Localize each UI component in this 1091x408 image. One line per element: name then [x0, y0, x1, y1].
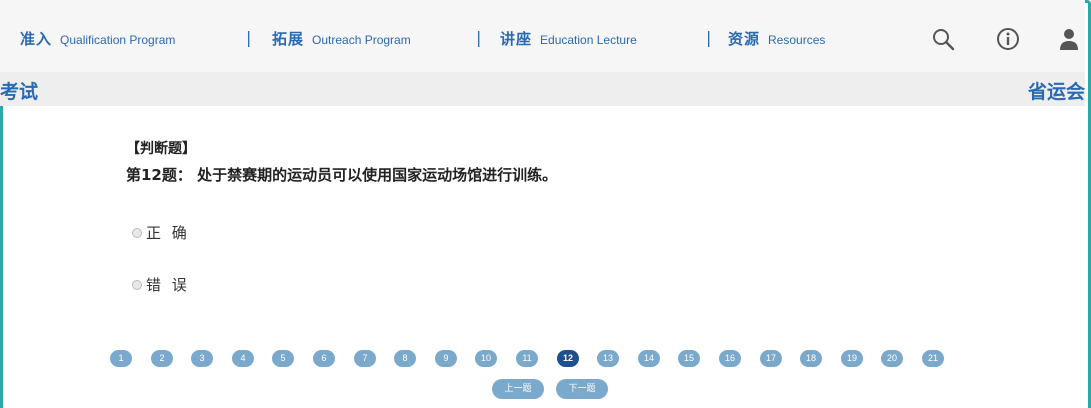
- sub-header: 考试 省运会: [0, 72, 1085, 106]
- nav-item-en-label: Qualification Program: [60, 33, 176, 47]
- page-button-14[interactable]: 14: [638, 350, 660, 367]
- prev-question-button[interactable]: 上一题: [492, 379, 544, 399]
- page-button-11[interactable]: 11: [516, 350, 538, 367]
- page-button-20[interactable]: 20: [881, 350, 903, 367]
- page-button-5[interactable]: 5: [272, 350, 294, 367]
- option-false[interactable]: 错 误: [132, 274, 190, 295]
- page-button-18[interactable]: 18: [800, 350, 822, 367]
- nav-item-en-label: Outreach Program: [312, 33, 411, 47]
- next-question-button[interactable]: 下一题: [556, 379, 608, 399]
- page-button-16[interactable]: 16: [719, 350, 741, 367]
- info-icon[interactable]: [995, 26, 1021, 52]
- page-button-2[interactable]: 2: [151, 350, 173, 367]
- page-button-21[interactable]: 21: [922, 350, 944, 367]
- page-button-8[interactable]: 8: [394, 350, 416, 367]
- nav-item-cn-label: 资源: [728, 30, 761, 48]
- question-type: 【判断题】: [126, 141, 196, 157]
- nav-item-cn-label: 准入: [20, 30, 53, 48]
- option-true[interactable]: 正 确: [132, 222, 190, 243]
- nav-item-resources[interactable]: 资源 Resources: [728, 28, 825, 49]
- nav-separator: |: [706, 28, 712, 47]
- event-title: 省运会: [1027, 81, 1085, 103]
- user-icon[interactable]: [1056, 26, 1082, 52]
- nav-separator: |: [476, 28, 482, 47]
- page-button-15[interactable]: 15: [678, 350, 700, 367]
- option-label: 错 误: [146, 276, 190, 294]
- page-button-9[interactable]: 9: [435, 350, 457, 367]
- page-button-12[interactable]: 12: [557, 350, 579, 367]
- nav-item-cn-label: 讲座: [500, 30, 533, 48]
- radio-button[interactable]: [132, 227, 142, 238]
- radio-button[interactable]: [132, 279, 142, 290]
- nav-item-qualification[interactable]: 准入 Qualification Program: [20, 28, 175, 49]
- nav-item-en-label: Education Lecture: [540, 33, 637, 47]
- page-button-10[interactable]: 10: [475, 350, 497, 367]
- page-button-3[interactable]: 3: [191, 350, 213, 367]
- page-title: 考试: [0, 81, 39, 103]
- nav-separator: |: [246, 28, 252, 47]
- page-button-6[interactable]: 6: [313, 350, 335, 367]
- search-icon[interactable]: [930, 26, 956, 52]
- nav-item-outreach[interactable]: 拓展 Outreach Program: [272, 28, 411, 49]
- nav-item-lecture[interactable]: 讲座 Education Lecture: [500, 28, 637, 49]
- page-button-1[interactable]: 1: [110, 350, 132, 367]
- page-button-13[interactable]: 13: [597, 350, 619, 367]
- question-text: 第12题： 处于禁赛期的运动员可以使用国家运动场馆进行训练。: [126, 166, 558, 184]
- page-button-17[interactable]: 17: [760, 350, 782, 367]
- nav-item-en-label: Resources: [768, 33, 826, 47]
- page-button-7[interactable]: 7: [354, 350, 376, 367]
- nav-item-cn-label: 拓展: [272, 30, 305, 48]
- option-label: 正 确: [146, 224, 190, 242]
- top-navigation: 准入 Qualification Program | 拓展 Outreach P…: [0, 0, 1085, 72]
- page-button-19[interactable]: 19: [841, 350, 863, 367]
- page-button-4[interactable]: 4: [232, 350, 254, 367]
